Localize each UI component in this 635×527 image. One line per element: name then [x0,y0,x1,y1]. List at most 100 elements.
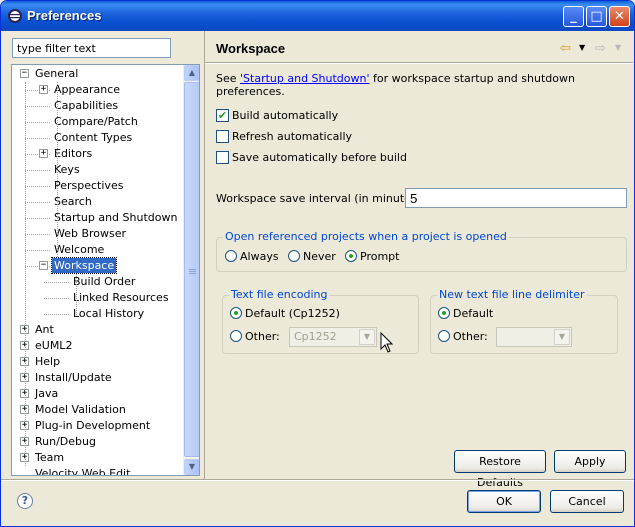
tree-item-label: Content Types [54,131,133,144]
delimiter-other-radio[interactable]: Other: [438,330,488,344]
checkbox-label: Refresh automatically [232,130,353,143]
footer-divider [1,479,634,481]
tree-item-velocity-web-edit[interactable]: Velocity Web Edit [12,466,184,475]
tree-item-startup-and-shutdown[interactable]: Startup and Shutdown [12,210,184,226]
tree-item-help[interactable]: + Help [12,354,184,370]
tree-item-install-update[interactable]: + Install/Update [12,370,184,386]
mouse-cursor-icon [380,332,393,353]
save-before-build-checkbox[interactable]: Save automatically before build [216,150,407,167]
tree-item-label: Ant [35,323,54,336]
expand-icon[interactable]: + [39,85,48,94]
checkbox-box[interactable]: ✔ [216,108,229,122]
minimize-button[interactable]: _ [563,6,584,27]
restore-defaults-button[interactable]: Restore Defaults [454,450,546,489]
tree-item-build-order[interactable]: Build Order [12,274,184,290]
tree-item-web-browser[interactable]: Web Browser [12,226,184,242]
tree-item-compare-patch[interactable]: Compare/Patch [12,114,184,130]
preference-tree[interactable]: ▲ ▼ − General + Appearance Capabilities Compa… [11,64,200,476]
back-menu-icon[interactable]: ▼ [579,43,585,52]
open-projects-title: Open referenced projects when a project … [223,230,509,243]
encoding-default-radio[interactable]: Default (Cp1252) [230,307,340,321]
tree-item-general[interactable]: − General [12,66,184,82]
radio-label: Default [453,307,494,320]
close-button[interactable]: ✕ [609,6,630,27]
title-bar[interactable]: Preferences _ □ ✕ [1,1,634,31]
tree-item-workspace[interactable]: − Workspace [12,257,184,274]
radio-label: Prompt [360,250,400,263]
encoding-title: Text file encoding [229,288,330,301]
forward-menu-icon[interactable]: ▼ [615,43,621,52]
radio-label: Default (Cp1252) [245,307,340,320]
refresh-automatically-checkbox[interactable]: Refresh automatically [216,129,353,146]
tree-item-perspectives[interactable]: Perspectives [12,178,184,194]
tree-scrollbar[interactable]: ▲ ▼ [183,65,199,475]
encoding-other-radio[interactable]: Other: [230,330,280,344]
open-projects-group: Open referenced projects when a project … [216,230,627,272]
checkbox-label: Save automatically before build [232,151,407,164]
tree-item-capabilities[interactable]: Capabilities [12,98,184,114]
tree-item-run-debug[interactable]: + Run/Debug [12,434,184,450]
tree-item-welcome[interactable]: Welcome [12,242,184,258]
delimiter-combo[interactable]: ▼ [496,327,572,347]
save-interval-input[interactable] [405,188,627,208]
tree-item-keys[interactable]: Keys [12,162,184,178]
filter-input[interactable] [12,38,171,58]
tree-item-label: Workspace [50,257,118,274]
maximize-button[interactable]: □ [586,6,607,27]
tree-item-model-validation[interactable]: + Model Validation [12,402,184,418]
tree-item-ant[interactable]: + Ant [12,322,184,338]
page-title: Workspace [216,41,286,56]
tree-item-search[interactable]: Search [12,194,184,210]
tree-item-java[interactable]: + Java [12,386,184,402]
tree-item-label: General [35,67,79,80]
tree-item-label: Web Browser [54,227,127,240]
tree-item-label: Model Validation [35,403,126,416]
tree-item-label: Help [35,355,61,368]
tree-item-label: Capabilities [54,99,119,112]
tree-item-label: Build Order [73,275,136,288]
tree-item-label: Linked Resources [73,291,169,304]
tree-item-euml2[interactable]: + eUML2 [12,338,184,354]
prompt-radio[interactable]: Prompt [345,250,399,264]
startup-shutdown-link[interactable]: 'Startup and Shutdown' [240,72,369,85]
apply-button[interactable]: Apply [554,450,626,473]
never-radio[interactable]: Never [288,250,336,264]
preference-page: Workspace ⇦ ▼ ⇨ ▼ See 'Startup and Shutd… [204,31,633,489]
scroll-thumb[interactable] [184,82,199,457]
tree-item-label: Perspectives [54,179,124,192]
tree-item-label: Run/Debug [35,435,96,448]
radio-label: Never [303,250,336,263]
help-icon[interactable]: ? [17,493,33,509]
tree-item-label: Local History [73,307,145,320]
chevron-down-icon[interactable]: ▼ [359,329,375,345]
back-arrow-icon[interactable]: ⇦ [560,41,571,56]
tree-item-editors[interactable]: + Editors [12,146,184,162]
see-prefix: See [216,72,241,85]
tree-item-team[interactable]: + Team [12,450,184,466]
radio-label: Always [240,250,279,263]
encoding-combo[interactable]: Cp1252 ▼ [289,327,377,347]
tree-item-local-history[interactable]: Local History [12,306,184,322]
ok-button[interactable]: OK [467,490,541,513]
build-automatically-checkbox[interactable]: ✔ Build automatically [216,108,338,125]
tree-item-label: Appearance [54,83,121,96]
tree-item-appearance[interactable]: + Appearance [12,82,184,98]
scroll-up-button[interactable]: ▲ [184,65,199,81]
tree-item-linked-resources[interactable]: Linked Resources [12,290,184,306]
header-divider [205,62,633,64]
tree-item-content-types[interactable]: Content Types [12,130,184,146]
checkbox-box[interactable] [216,129,229,143]
delimiter-default-radio[interactable]: Default [438,307,493,321]
tree-item-label: Editors [54,147,93,160]
tree-item-label: Install/Update [35,371,112,384]
forward-arrow-icon[interactable]: ⇨ [595,41,606,56]
tree-item-plug-in-development[interactable]: + Plug-in Development [12,418,184,434]
checkbox-box[interactable] [216,150,229,164]
always-radio[interactable]: Always [225,250,279,264]
scroll-down-button[interactable]: ▼ [184,459,199,475]
collapse-icon[interactable]: − [20,69,29,78]
cancel-button[interactable]: Cancel [550,490,624,513]
chevron-down-icon[interactable]: ▼ [554,329,570,345]
collapse-icon[interactable]: − [39,261,48,270]
expand-icon[interactable]: + [39,149,48,158]
